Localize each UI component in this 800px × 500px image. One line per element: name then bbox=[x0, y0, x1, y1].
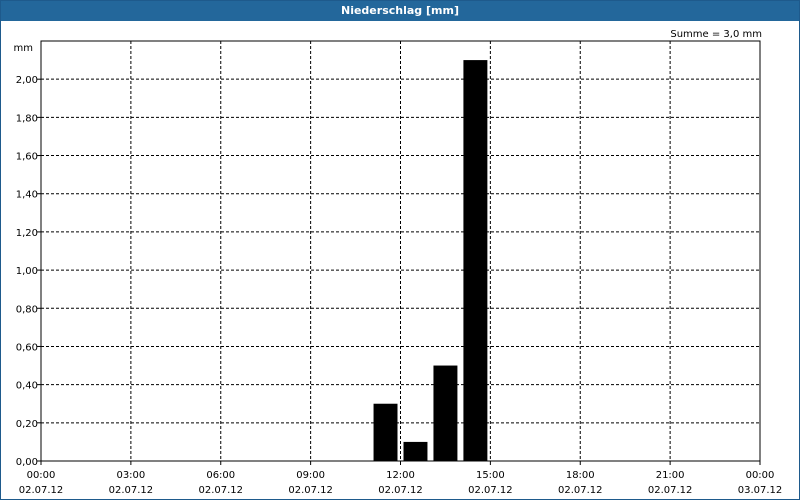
precipitation-bar bbox=[373, 403, 398, 461]
x-tick-date-label: 02.07.12 bbox=[198, 485, 243, 496]
y-tick-label: 0,40 bbox=[16, 381, 38, 392]
x-tick-time-label: 00:00 bbox=[746, 470, 775, 481]
x-tick-time-label: 12:00 bbox=[386, 470, 415, 481]
y-tick-label: 0,20 bbox=[16, 419, 38, 430]
x-tick-date-label: 02.07.12 bbox=[558, 485, 603, 496]
y-axis-unit-label: mm bbox=[14, 43, 33, 54]
x-tick-time-label: 03:00 bbox=[116, 470, 145, 481]
y-tick-label: 0,80 bbox=[16, 304, 38, 315]
chart-window: Niederschlag [mm] 0,00 0,20 0,40 0,60 0,80 1,… bbox=[0, 0, 800, 500]
y-tick-label: 1,20 bbox=[16, 228, 38, 239]
x-tick-date-label: 03.07.12 bbox=[738, 485, 783, 496]
y-tick-label: 1,60 bbox=[16, 152, 38, 163]
x-tick-date-label: 02.07.12 bbox=[468, 485, 513, 496]
y-tick-label: 0,60 bbox=[16, 342, 38, 353]
x-tick-time-label: 00:00 bbox=[27, 470, 56, 481]
x-tick-time-label: 21:00 bbox=[656, 470, 685, 481]
x-tick-time-label: 15:00 bbox=[476, 470, 505, 481]
sum-label: Summe = 3,0 mm bbox=[670, 29, 762, 40]
x-tick-date-label: 02.07.12 bbox=[109, 485, 154, 496]
x-tick-time-label: 09:00 bbox=[296, 470, 325, 481]
y-tick-label: 1,00 bbox=[16, 266, 38, 277]
precipitation-bar bbox=[433, 365, 458, 461]
x-tick-date-label: 02.07.12 bbox=[648, 485, 693, 496]
y-tick-label: 0,00 bbox=[16, 457, 38, 468]
x-tick-date-label: 02.07.12 bbox=[19, 485, 64, 496]
x-tick-time-label: 06:00 bbox=[206, 470, 235, 481]
y-tick-label: 1,80 bbox=[16, 113, 38, 124]
x-tick-date-label: 02.07.12 bbox=[288, 485, 333, 496]
precipitation-bar bbox=[403, 441, 428, 461]
y-tick-label: 1,40 bbox=[16, 190, 38, 201]
precipitation-chart: 0,00 0,20 0,40 0,60 0,80 1,00 1,20 1,40 1,60 1,80… bbox=[14, 29, 783, 496]
x-tick-date-label: 02.07.12 bbox=[378, 485, 423, 496]
x-tick-time-label: 18:00 bbox=[566, 470, 595, 481]
precipitation-bar bbox=[463, 60, 488, 461]
y-tick-label: 2,00 bbox=[16, 75, 38, 86]
